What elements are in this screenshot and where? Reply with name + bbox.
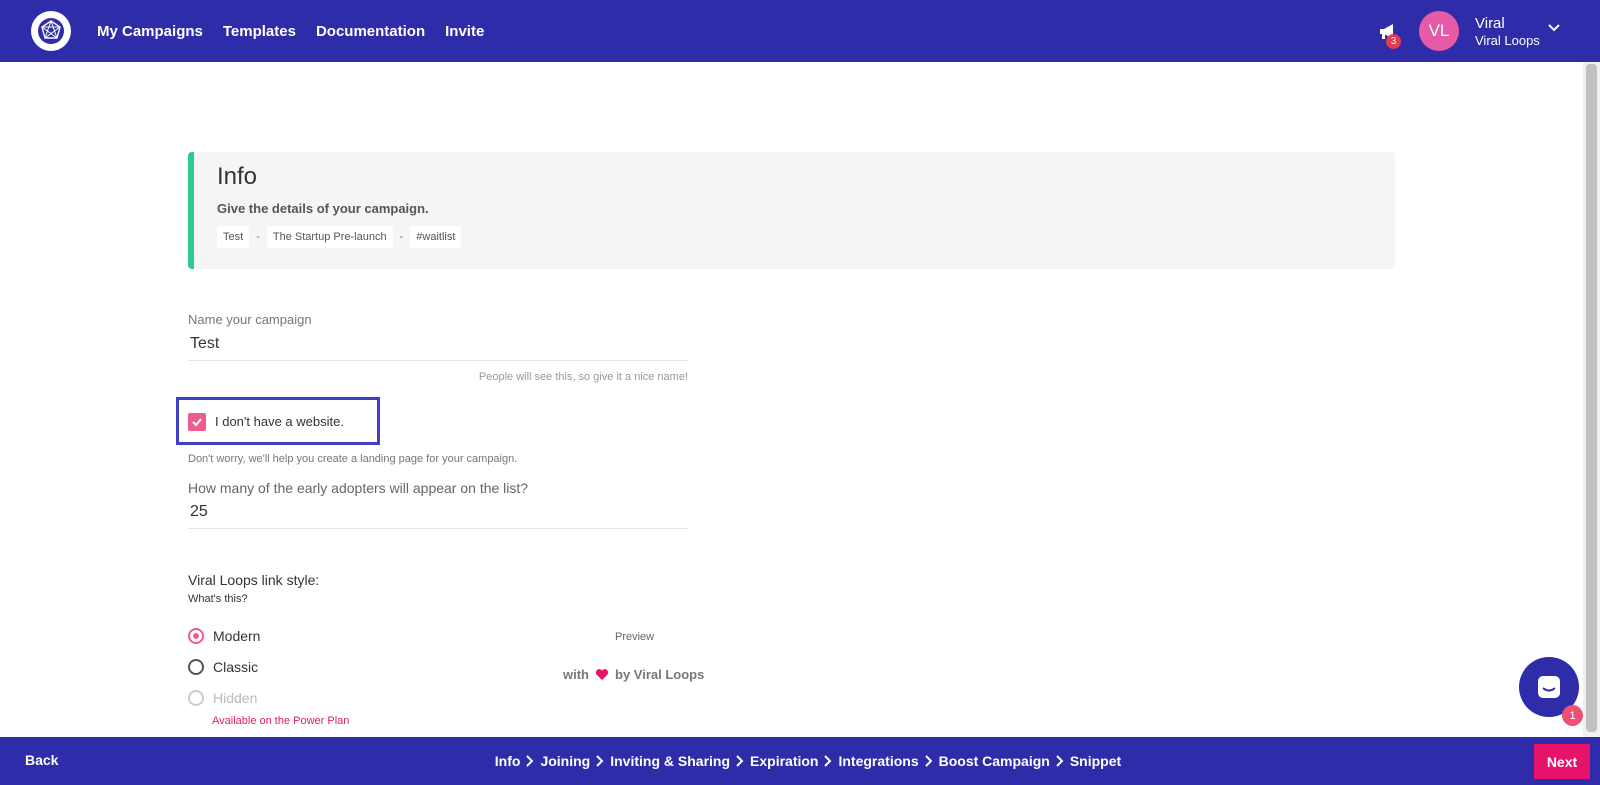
preview-by-text: by Viral Loops bbox=[615, 667, 705, 682]
campaign-name-hint: People will see this, so give it a nice … bbox=[478, 371, 688, 383]
nav-invite[interactable]: Invite bbox=[445, 23, 484, 40]
radio-classic[interactable] bbox=[188, 659, 204, 675]
top-navbar: My Campaigns Templates Documentation Inv… bbox=[0, 0, 1600, 62]
preview-with-text: with bbox=[563, 667, 589, 682]
wizard-steps: Info Joining Inviting & Sharing Expirati… bbox=[0, 737, 1600, 785]
step-expiration[interactable]: Expiration bbox=[750, 753, 818, 769]
power-plan-note[interactable]: Available on the Power Plan bbox=[212, 715, 349, 727]
scrollbar-thumb[interactable] bbox=[1586, 64, 1597, 732]
avatar[interactable]: VL bbox=[1419, 11, 1459, 51]
early-adopters-underline bbox=[188, 528, 688, 529]
main-nav: My Campaigns Templates Documentation Inv… bbox=[97, 0, 484, 62]
chat-icon bbox=[1538, 676, 1560, 698]
step-boost-campaign[interactable]: Boost Campaign bbox=[939, 753, 1050, 769]
crumb-campaign-name: Test bbox=[217, 226, 250, 248]
chevron-right-icon bbox=[596, 755, 604, 767]
chat-unread-badge: 1 bbox=[1562, 705, 1583, 726]
radio-modern-label[interactable]: Modern bbox=[213, 628, 260, 644]
crumb-template: The Startup Pre-launch bbox=[266, 226, 393, 248]
step-info[interactable]: Info bbox=[495, 753, 521, 769]
step-integrations[interactable]: Integrations bbox=[838, 753, 918, 769]
step-inviting-sharing[interactable]: Inviting & Sharing bbox=[610, 753, 730, 769]
chevron-down-icon[interactable] bbox=[1547, 21, 1561, 35]
checkmark-icon bbox=[192, 418, 202, 427]
link-style-label: Viral Loops link style: bbox=[188, 572, 320, 588]
heart-icon bbox=[595, 669, 609, 680]
chevron-right-icon bbox=[924, 755, 933, 767]
info-card: Info Give the details of your campaign. … bbox=[188, 152, 1395, 269]
next-button[interactable]: Next bbox=[1534, 744, 1590, 779]
nav-templates[interactable]: Templates bbox=[223, 23, 296, 40]
crumb-separator: - bbox=[256, 231, 260, 243]
campaign-name-input[interactable]: Test bbox=[190, 335, 219, 353]
early-adopters-input[interactable]: 25 bbox=[190, 503, 208, 521]
notification-count-badge: 3 bbox=[1386, 34, 1401, 49]
chevron-right-icon bbox=[736, 755, 744, 767]
chevron-right-icon bbox=[526, 755, 534, 767]
nav-documentation[interactable]: Documentation bbox=[316, 23, 425, 40]
page-title: Info bbox=[217, 163, 258, 190]
step-joining[interactable]: Joining bbox=[540, 753, 590, 769]
early-adopters-label: How many of the early adopters will appe… bbox=[188, 480, 529, 496]
no-website-label[interactable]: I don't have a website. bbox=[215, 414, 344, 429]
user-org[interactable]: Viral Loops bbox=[1475, 33, 1540, 48]
nav-my-campaigns[interactable]: My Campaigns bbox=[97, 23, 203, 40]
radio-modern[interactable] bbox=[188, 628, 204, 644]
crumb-separator: - bbox=[399, 231, 404, 243]
page-subtitle: Give the details of your campaign. bbox=[217, 201, 429, 216]
radio-hidden-label: Hidden bbox=[213, 690, 258, 706]
radio-classic-label[interactable]: Classic bbox=[213, 659, 258, 675]
no-website-checkbox[interactable] bbox=[188, 413, 206, 431]
campaign-name-label: Name your campaign bbox=[188, 312, 312, 327]
whats-this-link[interactable]: What's this? bbox=[188, 593, 248, 605]
link-preview-badge: with by Viral Loops bbox=[563, 667, 704, 682]
radio-hidden bbox=[188, 690, 204, 706]
step-snippet[interactable]: Snippet bbox=[1070, 753, 1121, 769]
crumb-type: #waitlist bbox=[410, 226, 462, 248]
no-website-hint: Don't worry, we'll help you create a lan… bbox=[188, 453, 518, 465]
viral-loops-logo-icon[interactable] bbox=[31, 11, 71, 51]
chevron-right-icon bbox=[1056, 755, 1064, 767]
preview-label: Preview bbox=[615, 631, 655, 643]
breadcrumb: Test - The Startup Pre-launch - #waitlis… bbox=[217, 226, 462, 248]
chevron-right-icon bbox=[824, 755, 832, 767]
campaign-name-underline bbox=[188, 360, 688, 361]
wizard-footer: Back Info Joining Inviting & Sharing Exp… bbox=[0, 737, 1600, 785]
user-name[interactable]: Viral bbox=[1475, 15, 1505, 32]
